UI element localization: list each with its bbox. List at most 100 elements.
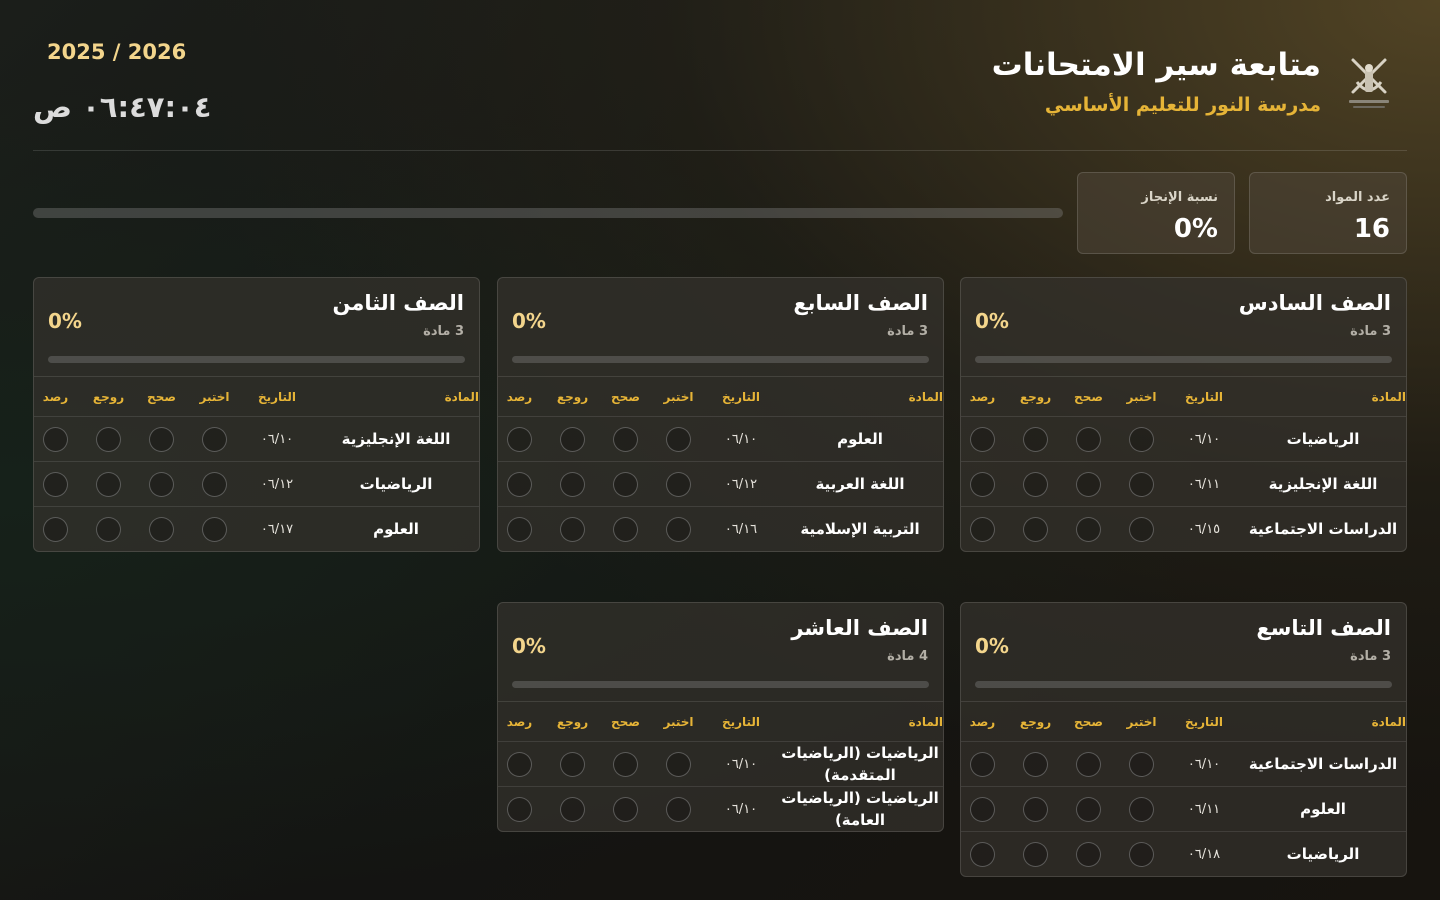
status-toggle-corrected[interactable]	[1076, 471, 1101, 497]
status-toggle-corrected[interactable]	[613, 751, 638, 777]
status-toggle-corrected[interactable]	[1076, 841, 1101, 867]
status-toggle-tested[interactable]	[1129, 796, 1154, 822]
status-cell-reviewed	[546, 507, 599, 552]
academic-year: 2025 / 2026	[47, 40, 187, 64]
status-toggle-tested[interactable]	[666, 426, 691, 452]
status-toggle-reviewed[interactable]	[96, 471, 121, 497]
completion-rate-card: نسبة الإنجاز 0%	[1077, 172, 1235, 254]
status-toggle-reviewed[interactable]	[1023, 796, 1048, 822]
status-toggle-recorded[interactable]	[970, 751, 995, 777]
status-toggle-recorded[interactable]	[43, 516, 68, 542]
column-header-date: التاريخ	[705, 377, 777, 417]
status-toggle-tested[interactable]	[666, 516, 691, 542]
status-cell-tested	[1115, 741, 1168, 787]
exam-date: ٠٦/١١	[1168, 786, 1240, 832]
status-toggle-tested[interactable]	[666, 796, 691, 822]
status-cell-tested	[1115, 832, 1168, 877]
grade-card: الصف السابع 3 مادة 0% المادة التاريخ اختبر صحح…	[497, 277, 944, 552]
grade-subject-count: 3 مادة	[423, 324, 464, 339]
status-cell-recorded	[498, 787, 546, 832]
grade-completion-percent: 0%	[512, 634, 546, 658]
status-cell-recorded	[34, 416, 82, 462]
exam-date: ٠٦/١٠	[724, 801, 758, 817]
status-toggle-tested[interactable]	[202, 516, 227, 542]
status-toggle-reviewed[interactable]	[560, 796, 585, 822]
status-toggle-corrected[interactable]	[613, 516, 638, 542]
status-toggle-tested[interactable]	[1129, 426, 1154, 452]
table-row: الدراسات الاجتماعية ٠٦/١٥	[961, 507, 1406, 552]
grade-progress-bar	[48, 356, 465, 363]
status-toggle-tested[interactable]	[666, 751, 691, 777]
status-toggle-reviewed[interactable]	[96, 426, 121, 452]
grade-card-header: الصف السابع 3 مادة 0%	[498, 278, 943, 377]
status-toggle-reviewed[interactable]	[1023, 471, 1048, 497]
status-cell-reviewed	[82, 461, 135, 507]
status-toggle-corrected[interactable]	[1076, 796, 1101, 822]
status-cell-corrected	[599, 787, 652, 832]
status-cell-reviewed	[82, 507, 135, 552]
status-toggle-recorded[interactable]	[970, 841, 995, 867]
subjects-count-card: عدد المواد 16	[1249, 172, 1407, 254]
status-cell-reviewed	[546, 787, 599, 832]
column-header-subject: المادة	[777, 702, 943, 742]
exam-date: ٠٦/١٠	[241, 416, 313, 462]
exams-table-header: المادة التاريخ اختبر صحح روجع رصد	[498, 377, 943, 417]
status-toggle-recorded[interactable]	[43, 426, 68, 452]
column-header-tested: اختبر	[1115, 377, 1168, 417]
column-header-tested: اختبر	[652, 702, 705, 742]
status-toggle-corrected[interactable]	[149, 426, 174, 452]
status-toggle-reviewed[interactable]	[96, 516, 121, 542]
status-toggle-recorded[interactable]	[970, 471, 995, 497]
status-cell-reviewed	[546, 461, 599, 507]
column-header-subject: المادة	[1240, 702, 1406, 742]
status-toggle-tested[interactable]	[1129, 516, 1154, 542]
status-toggle-corrected[interactable]	[613, 796, 638, 822]
status-toggle-recorded[interactable]	[507, 471, 532, 497]
exams-table: المادة التاريخ اختبر صحح روجع رصد الدراسات الا…	[961, 702, 1406, 877]
status-toggle-recorded[interactable]	[970, 796, 995, 822]
grade-card-header: الصف التاسع 3 مادة 0%	[961, 603, 1406, 702]
status-toggle-tested[interactable]	[202, 426, 227, 452]
status-cell-recorded	[961, 741, 1009, 787]
status-toggle-reviewed[interactable]	[1023, 426, 1048, 452]
status-toggle-recorded[interactable]	[507, 751, 532, 777]
status-toggle-recorded[interactable]	[507, 426, 532, 452]
status-toggle-tested[interactable]	[1129, 841, 1154, 867]
status-toggle-recorded[interactable]	[507, 796, 532, 822]
status-toggle-corrected[interactable]	[1076, 516, 1101, 542]
status-toggle-recorded[interactable]	[43, 471, 68, 497]
status-toggle-tested[interactable]	[202, 471, 227, 497]
status-toggle-reviewed[interactable]	[560, 751, 585, 777]
status-toggle-recorded[interactable]	[970, 426, 995, 452]
status-cell-reviewed	[1009, 786, 1062, 832]
status-toggle-tested[interactable]	[1129, 751, 1154, 777]
grade-completion-percent: 0%	[975, 634, 1009, 658]
status-toggle-tested[interactable]	[666, 471, 691, 497]
exam-date: ٠٦/١١	[1168, 461, 1240, 507]
status-toggle-recorded[interactable]	[970, 516, 995, 542]
school-name: مدرسة النور للتعليم الأساسي	[1044, 94, 1321, 116]
subject-name: الرياضيات	[1286, 845, 1360, 863]
status-toggle-recorded[interactable]	[507, 516, 532, 542]
status-toggle-corrected[interactable]	[613, 471, 638, 497]
status-toggle-reviewed[interactable]	[560, 426, 585, 452]
status-toggle-reviewed[interactable]	[560, 471, 585, 497]
column-header-corrected: صحح	[599, 377, 652, 417]
column-header-corrected: صحح	[135, 377, 188, 417]
status-toggle-reviewed[interactable]	[1023, 751, 1048, 777]
status-toggle-corrected[interactable]	[1076, 751, 1101, 777]
subject-name: العلوم	[373, 520, 419, 538]
status-toggle-reviewed[interactable]	[1023, 516, 1048, 542]
status-toggle-corrected[interactable]	[149, 471, 174, 497]
status-toggle-corrected[interactable]	[613, 426, 638, 452]
grade-name: الصف التاسع	[1256, 616, 1391, 640]
status-toggle-reviewed[interactable]	[1023, 841, 1048, 867]
status-cell-tested	[188, 461, 241, 507]
live-clock: ٠٦:٤٧:٠٤ ص	[33, 90, 212, 124]
status-toggle-corrected[interactable]	[149, 516, 174, 542]
table-row: العلوم ٠٦/١٧	[34, 507, 479, 552]
status-toggle-tested[interactable]	[1129, 471, 1154, 497]
status-toggle-corrected[interactable]	[1076, 426, 1101, 452]
status-cell-tested	[188, 507, 241, 552]
status-toggle-reviewed[interactable]	[560, 516, 585, 542]
